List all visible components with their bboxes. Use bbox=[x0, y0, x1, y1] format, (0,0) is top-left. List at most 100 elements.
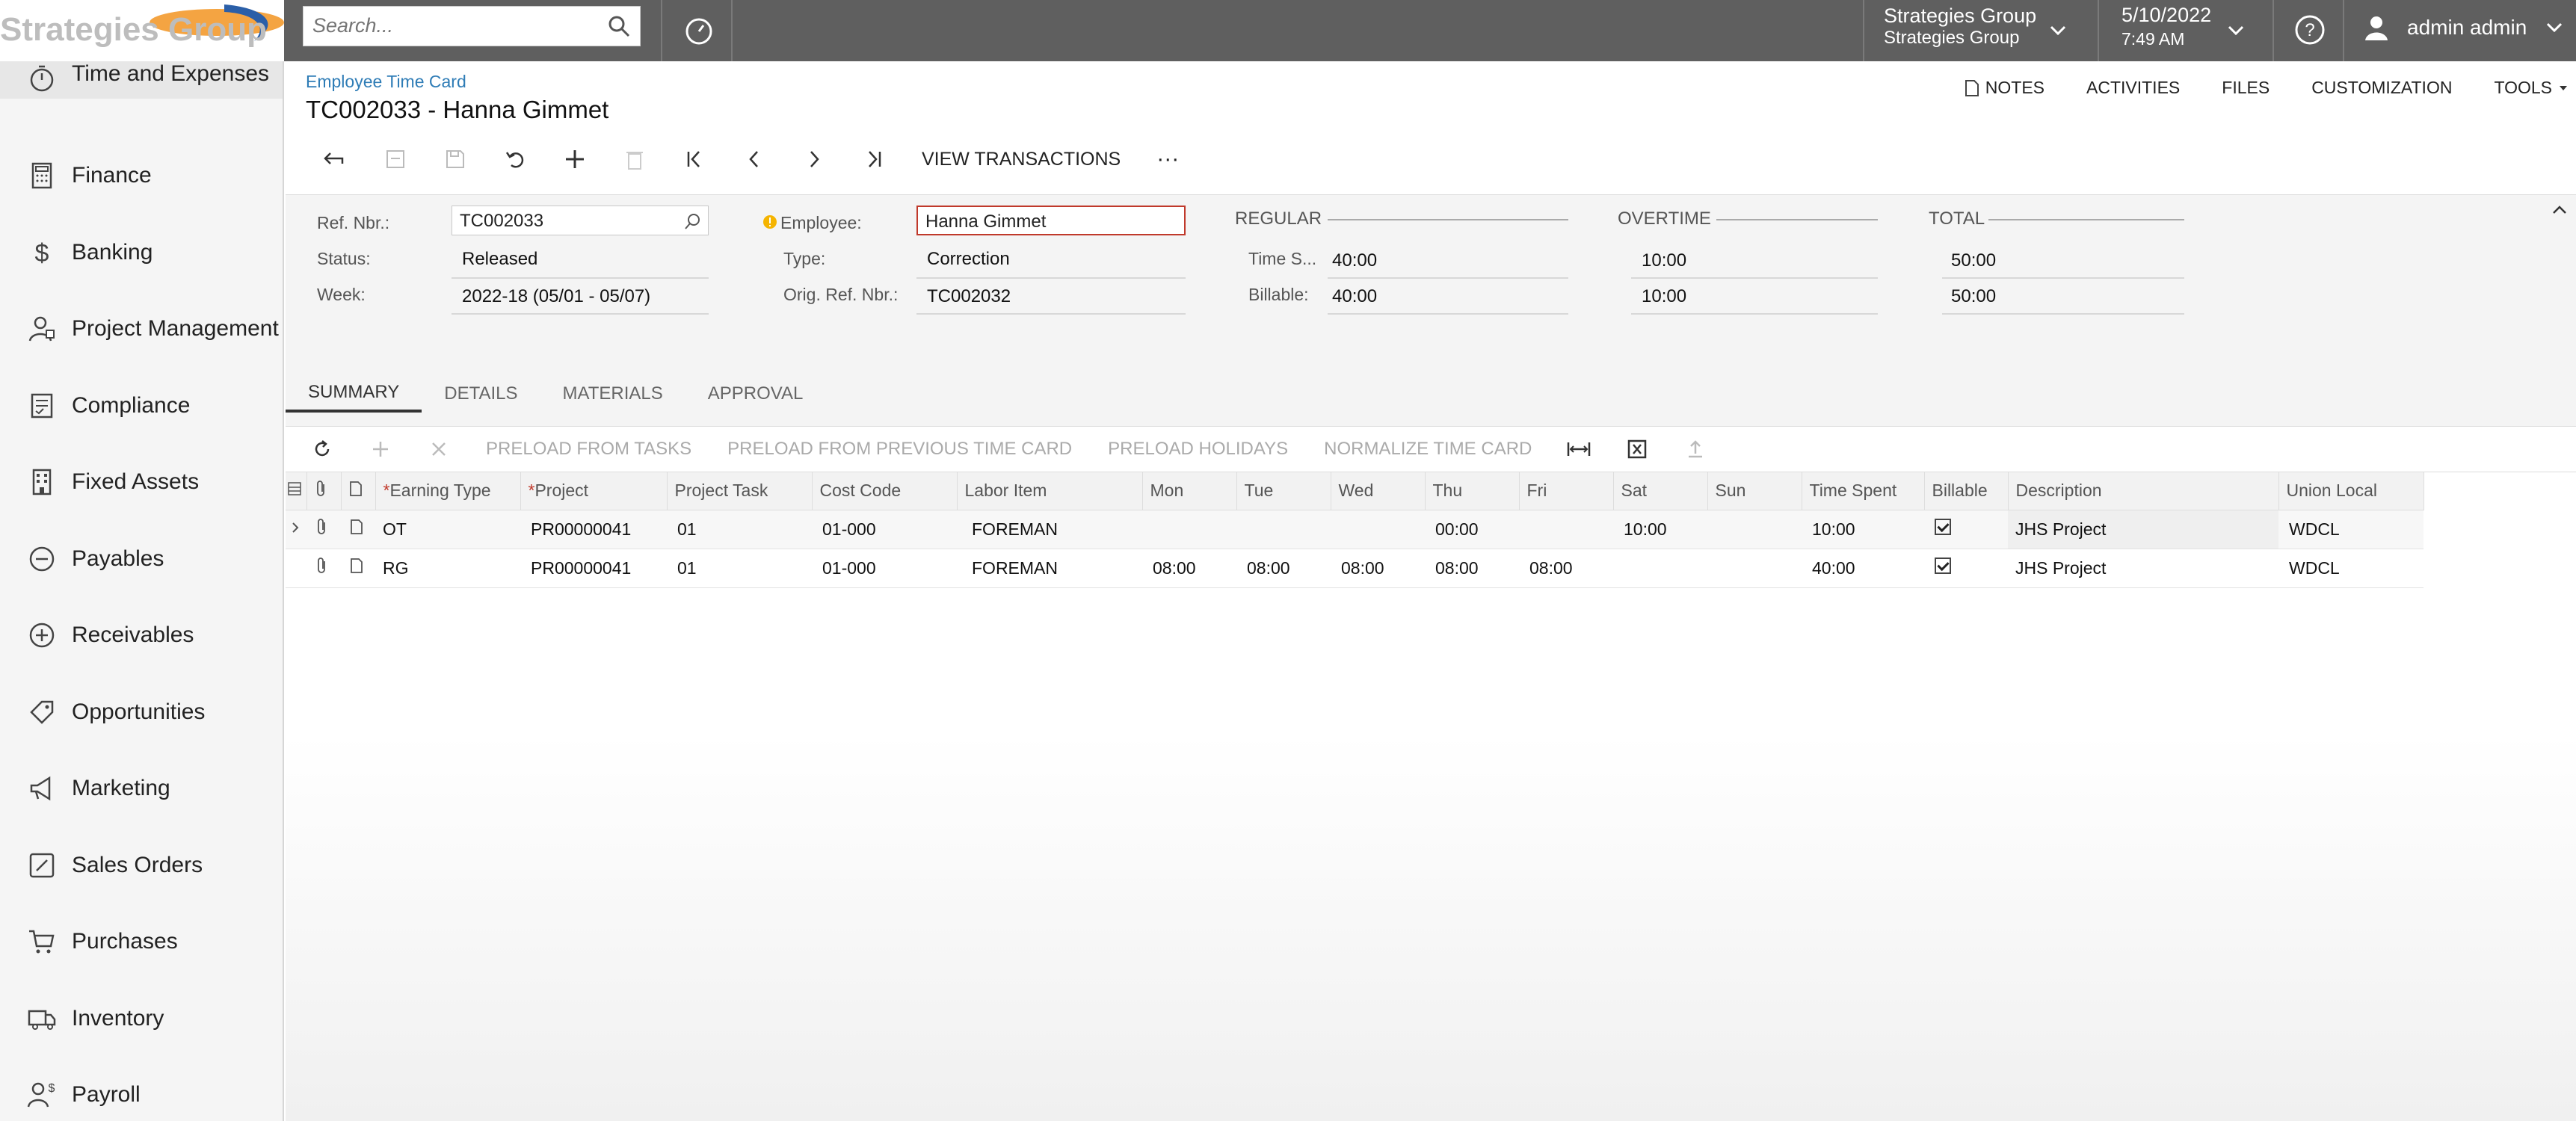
search-icon[interactable] bbox=[684, 212, 702, 230]
undo-button[interactable] bbox=[485, 140, 545, 178]
table-row[interactable]: OT PR00000041 01 01-000 FOREMAN 00:00 10… bbox=[286, 510, 2424, 549]
column-header-project-task[interactable]: Project Task bbox=[667, 472, 813, 510]
delete-row-button[interactable] bbox=[410, 426, 468, 472]
files-link[interactable]: FILES bbox=[2222, 78, 2270, 98]
preload-holidays-button[interactable]: PRELOAD HOLIDAYS bbox=[1090, 426, 1306, 472]
column-header-tue[interactable]: Tue bbox=[1236, 472, 1331, 510]
sidebar-item-receivables[interactable]: Receivables bbox=[0, 597, 283, 674]
row-selector-header[interactable] bbox=[286, 472, 307, 510]
first-record-button[interactable] bbox=[665, 140, 724, 178]
cell-wed[interactable]: 08:00 bbox=[1331, 549, 1425, 588]
customization-link[interactable]: CUSTOMIZATION bbox=[2311, 78, 2452, 98]
sidebar-item-finance[interactable]: Finance bbox=[0, 138, 283, 214]
timer-button[interactable] bbox=[665, 0, 733, 61]
delete-button[interactable] bbox=[605, 140, 665, 178]
normalize-time-card-button[interactable]: NORMALIZE TIME CARD bbox=[1306, 426, 1550, 472]
chevron-down-icon[interactable] bbox=[2225, 19, 2247, 42]
cell-tue[interactable] bbox=[1236, 510, 1331, 549]
cell-cost-code[interactable]: 01-000 bbox=[812, 549, 957, 588]
cell-labor-item[interactable]: FOREMAN bbox=[957, 549, 1142, 588]
sidebar-item-payables[interactable]: Payables bbox=[0, 521, 283, 598]
cell-project[interactable]: PR00000041 bbox=[520, 510, 667, 549]
tools-menu[interactable]: TOOLS bbox=[2494, 78, 2569, 98]
column-header-cost-code[interactable]: Cost Code bbox=[812, 472, 958, 510]
tab-summary[interactable]: SUMMARY bbox=[286, 375, 422, 413]
billable-checkbox[interactable] bbox=[1935, 519, 1951, 535]
row-expander[interactable] bbox=[286, 510, 306, 549]
fit-columns-button[interactable] bbox=[1550, 426, 1608, 472]
column-header-description[interactable]: Description bbox=[2008, 472, 2279, 510]
row-attachment[interactable] bbox=[306, 510, 341, 549]
add-button[interactable] bbox=[545, 140, 605, 178]
sidebar-item-project-management[interactable]: Project Management bbox=[0, 291, 283, 368]
cell-time-spent[interactable]: 40:00 bbox=[1802, 549, 1924, 588]
preload-from-previous-button[interactable]: PRELOAD FROM PREVIOUS TIME CARD bbox=[709, 426, 1090, 472]
sidebar-item-banking[interactable]: $ Banking bbox=[0, 214, 283, 291]
column-header-fri[interactable]: Fri bbox=[1519, 472, 1614, 510]
column-header-mon[interactable]: Mon bbox=[1142, 472, 1237, 510]
column-header-labor-item[interactable]: Labor Item bbox=[957, 472, 1143, 510]
activities-link[interactable]: ACTIVITIES bbox=[2086, 78, 2180, 98]
cell-sun[interactable] bbox=[1707, 549, 1802, 588]
chevron-down-icon[interactable] bbox=[2047, 19, 2069, 42]
cell-thu[interactable]: 08:00 bbox=[1425, 549, 1519, 588]
business-date[interactable]: 5/10/2022 7:49 AM bbox=[2121, 3, 2211, 51]
sidebar-item-inventory[interactable]: Inventory bbox=[0, 981, 283, 1057]
column-header-wed[interactable]: Wed bbox=[1331, 472, 1426, 510]
table-row[interactable]: RG PR00000041 01 01-000 FOREMAN 08:00 08… bbox=[286, 549, 2424, 588]
sidebar-item-compliance[interactable]: Compliance bbox=[0, 368, 283, 445]
sidebar-item-opportunities[interactable]: Opportunities bbox=[0, 674, 283, 751]
sidebar-item-time-and-expenses[interactable]: Time and Expenses bbox=[0, 61, 283, 99]
save-button[interactable] bbox=[425, 140, 485, 178]
cell-fri[interactable] bbox=[1519, 510, 1613, 549]
sidebar-item-purchases[interactable]: Purchases bbox=[0, 904, 283, 981]
company-logo[interactable]: Strategies Group bbox=[0, 0, 284, 61]
column-header-sat[interactable]: Sat bbox=[1613, 472, 1708, 510]
add-row-button[interactable] bbox=[351, 426, 410, 472]
cell-mon[interactable]: 08:00 bbox=[1142, 549, 1236, 588]
cell-project-task[interactable]: 01 bbox=[667, 510, 812, 549]
tenant-switcher[interactable]: Strategies Group Strategies Group bbox=[1884, 4, 2036, 49]
search-icon[interactable] bbox=[607, 14, 631, 38]
cell-thu[interactable]: 00:00 bbox=[1425, 510, 1519, 549]
refresh-button[interactable] bbox=[293, 426, 351, 472]
column-header-time-spent[interactable]: Time Spent bbox=[1802, 472, 1925, 510]
cell-cost-code[interactable]: 01-000 bbox=[812, 510, 957, 549]
row-note[interactable] bbox=[341, 549, 375, 588]
cell-time-spent[interactable]: 10:00 bbox=[1802, 510, 1924, 549]
cell-earning-type[interactable]: RG bbox=[375, 549, 520, 588]
cell-sat[interactable]: 10:00 bbox=[1613, 510, 1707, 549]
employee-field[interactable]: Hanna Gimmet bbox=[916, 206, 1186, 235]
collapse-icon[interactable] bbox=[2551, 201, 2569, 219]
cell-sun[interactable] bbox=[1707, 510, 1802, 549]
notes-link[interactable]: NOTES bbox=[1965, 78, 2045, 98]
sidebar-item-payroll[interactable]: $ Payroll bbox=[0, 1057, 283, 1121]
cell-description[interactable]: JHS Project bbox=[2008, 549, 2278, 588]
back-button[interactable] bbox=[306, 140, 366, 178]
cell-description[interactable]: JHS Project bbox=[2008, 510, 2278, 549]
user-menu[interactable]: admin admin bbox=[2362, 13, 2566, 42]
ref-nbr-field[interactable]: TC002033 bbox=[452, 206, 709, 235]
cell-project-task[interactable]: 01 bbox=[667, 549, 812, 588]
breadcrumb[interactable]: Employee Time Card bbox=[306, 72, 466, 92]
cell-project[interactable]: PR00000041 bbox=[520, 549, 667, 588]
cell-union-local[interactable]: WDCL bbox=[2278, 549, 2424, 588]
upload-button[interactable] bbox=[1666, 426, 1725, 472]
save-close-button[interactable] bbox=[366, 140, 425, 178]
help-icon[interactable]: ? bbox=[2293, 13, 2326, 46]
cell-labor-item[interactable]: FOREMAN bbox=[957, 510, 1142, 549]
column-header-project[interactable]: *Project bbox=[520, 472, 668, 510]
tab-approval[interactable]: APPROVAL bbox=[685, 375, 826, 413]
sidebar-item-sales-orders[interactable]: Sales Orders bbox=[0, 827, 283, 904]
billable-checkbox[interactable] bbox=[1935, 558, 1951, 574]
next-record-button[interactable] bbox=[784, 140, 844, 178]
column-header-earning-type[interactable]: *Earning Type bbox=[375, 472, 521, 510]
cell-fri[interactable]: 08:00 bbox=[1519, 549, 1613, 588]
cell-union-local[interactable]: WDCL bbox=[2278, 510, 2424, 549]
cell-billable[interactable] bbox=[1924, 510, 2008, 549]
column-header-thu[interactable]: Thu bbox=[1425, 472, 1520, 510]
search-input[interactable] bbox=[303, 7, 588, 44]
tab-details[interactable]: DETAILS bbox=[422, 375, 540, 413]
sidebar-item-fixed-assets[interactable]: Fixed Assets bbox=[0, 444, 283, 521]
cell-wed[interactable] bbox=[1331, 510, 1425, 549]
